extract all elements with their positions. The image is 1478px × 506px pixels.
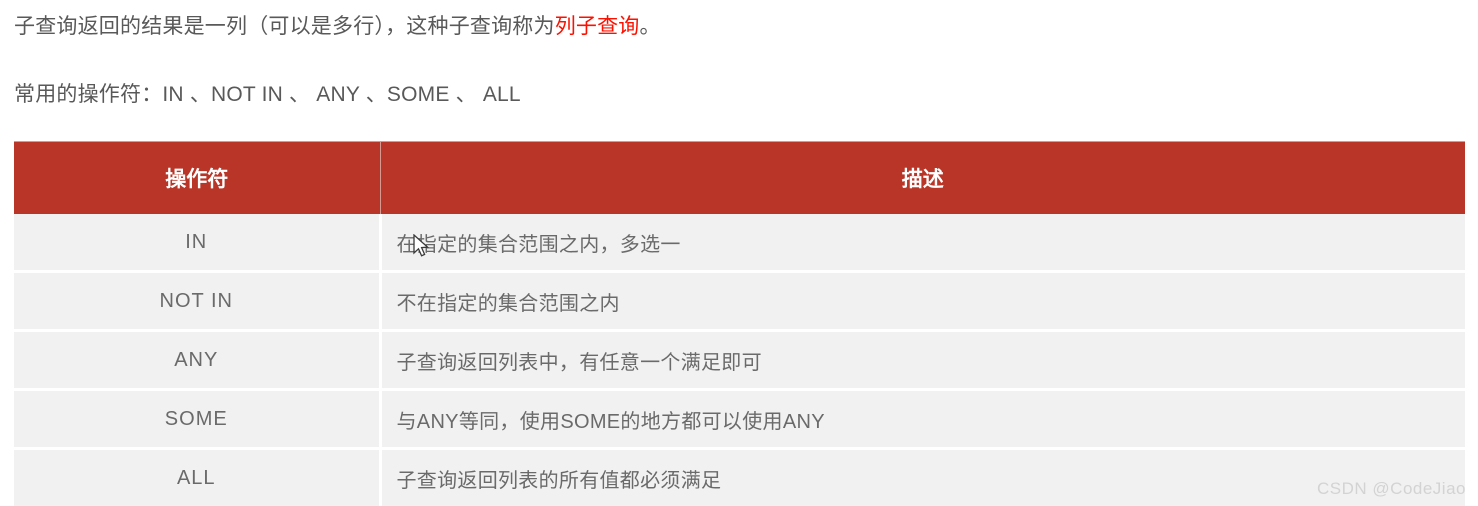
intro-paragraph-2: 常用的操作符：IN 、NOT IN 、 ANY 、SOME 、 ALL: [14, 82, 521, 107]
table-row: ANY 子查询返回列表中，有任意一个满足即可: [14, 331, 1465, 390]
table-row: ALL 子查询返回列表的所有值都必须满足: [14, 449, 1465, 506]
cell-operator: ANY: [14, 331, 380, 390]
column-header-operator: 操作符: [14, 142, 380, 215]
page-root: 子查询返回的结果是一列（可以是多行），这种子查询称为列子查询。 常用的操作符：I…: [0, 0, 1478, 505]
table-header-row: 操作符 描述: [14, 142, 1465, 215]
cell-description: 在指定的集合范围之内，多选一: [380, 214, 1465, 272]
cell-operator: IN: [14, 214, 380, 272]
cell-operator: SOME: [14, 390, 380, 449]
cell-operator: NOT IN: [14, 272, 380, 331]
intro-paragraph-1-prefix: 子查询返回的结果是一列（可以是多行），这种子查询称为: [14, 15, 555, 38]
table-body: IN 在指定的集合范围之内，多选一 NOT IN 不在指定的集合范围之内 ANY…: [14, 214, 1465, 506]
intro-paragraph-1-suffix: 。: [640, 15, 661, 38]
watermark: CSDN @CodeJiao: [1317, 479, 1466, 499]
table-header: 操作符 描述: [14, 142, 1465, 215]
table-row: IN 在指定的集合范围之内，多选一: [14, 214, 1465, 272]
cell-description: 不在指定的集合范围之内: [380, 272, 1465, 331]
table-row: SOME 与ANY等同，使用SOME的地方都可以使用ANY: [14, 390, 1465, 449]
cell-operator: ALL: [14, 449, 380, 506]
operators-table: 操作符 描述 IN 在指定的集合范围之内，多选一 NOT IN 不在指定的集合范…: [14, 141, 1465, 506]
table-row: NOT IN 不在指定的集合范围之内: [14, 272, 1465, 331]
intro-paragraph-1: 子查询返回的结果是一列（可以是多行），这种子查询称为列子查询。: [14, 14, 661, 39]
cell-description: 与ANY等同，使用SOME的地方都可以使用ANY: [380, 390, 1465, 449]
column-header-description: 描述: [380, 142, 1465, 215]
intro-paragraph-1-highlight: 列子查询: [555, 15, 640, 38]
cell-description: 子查询返回列表中，有任意一个满足即可: [380, 331, 1465, 390]
cell-description: 子查询返回列表的所有值都必须满足: [380, 449, 1465, 506]
